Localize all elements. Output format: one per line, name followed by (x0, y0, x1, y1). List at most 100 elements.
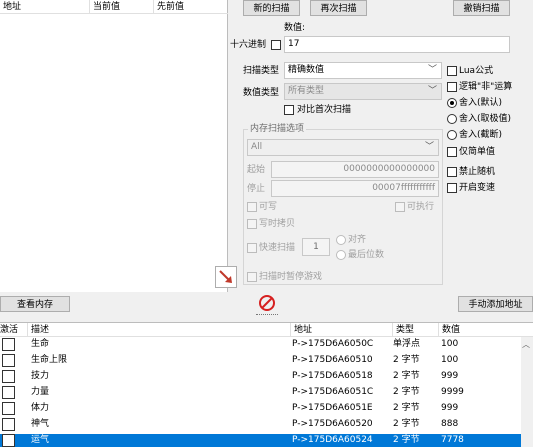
writable-label: 可写 (259, 202, 278, 212)
row-value: 100 (441, 355, 459, 365)
row-value: 7778 (441, 435, 464, 445)
row-address: P->175D6A6051C (292, 387, 374, 397)
found-list-header: 地址 当前值 先前值 (0, 0, 228, 14)
no-random-label: 禁止随机 (459, 167, 496, 177)
hex-label: 十六进制 (230, 40, 267, 50)
table-row[interactable]: 技力 P->175D6A60518 2 字节 999 (0, 370, 521, 383)
next-scan-button[interactable]: 再次扫描 (310, 0, 367, 16)
last-digits-radio[interactable] (336, 250, 346, 260)
row-address: P->175D6A6050C (292, 339, 374, 349)
executable-checkbox[interactable] (395, 202, 405, 212)
add-to-list-arrow-icon[interactable] (215, 266, 237, 288)
fast-scan-input[interactable]: 1 (302, 238, 330, 256)
row-value: 999 (441, 371, 459, 381)
memory-region-value: All (251, 142, 263, 152)
stop-address-input[interactable]: 00007fffffffffff (271, 180, 439, 197)
cheat-table[interactable]: 激活 描述 地址 类型 数值 生命 P->175D6A6050C 单浮点 100 生命上… (0, 322, 533, 447)
row-address: P->175D6A60520 (292, 419, 373, 429)
pause-game-checkbox[interactable] (247, 272, 257, 282)
active-checkbox[interactable] (2, 434, 15, 447)
cheat-table-header: 激活 描述 地址 类型 数值 (0, 323, 533, 337)
table-row[interactable]: 神气 P->175D6A60520 2 字节 888 (0, 418, 521, 431)
row-description: 生命 (31, 339, 50, 349)
active-checkbox[interactable] (2, 338, 15, 351)
scan-type-value: 精确数值 (288, 65, 325, 75)
active-checkbox[interactable] (2, 402, 15, 415)
simple-values-checkbox[interactable] (447, 147, 457, 157)
round-truncate-radio[interactable] (447, 130, 457, 140)
table-row[interactable]: 力量 P->175D6A6051C 2 字节 9999 (0, 386, 521, 399)
row-type: 单浮点 (393, 339, 421, 349)
compare-first-checkbox[interactable] (284, 105, 294, 115)
hex-checkbox[interactable] (271, 40, 281, 50)
fast-scan-label: 快速扫描 (259, 243, 296, 253)
no-random-checkbox[interactable] (447, 167, 457, 177)
column-current-value[interactable]: 当前值 (90, 0, 154, 14)
column-address[interactable]: 地址 (291, 323, 393, 337)
fast-scan-checkbox[interactable] (247, 243, 257, 253)
first-scan-button[interactable]: 新的扫描 (243, 0, 300, 16)
stop-label: 停止 (247, 184, 266, 194)
row-value: 100 (441, 339, 459, 349)
view-memory-button[interactable]: 查看内存 (0, 296, 70, 312)
row-type: 2 字节 (393, 371, 420, 381)
start-address-input[interactable]: 0000000000000000 (271, 161, 439, 178)
align-label: 对齐 (348, 235, 367, 245)
round-default-radio[interactable] (447, 98, 457, 108)
scan-type-select[interactable]: 精确数值 ﹀ (284, 62, 442, 79)
round-extreme-radio[interactable] (447, 114, 457, 124)
copy-on-write-checkbox[interactable] (247, 219, 257, 229)
row-type: 2 字节 (393, 419, 420, 429)
chevron-down-icon: ﹀ (427, 86, 437, 96)
row-type: 2 字节 (393, 355, 420, 365)
table-row[interactable]: 生命上限 P->175D6A60510 2 字节 100 (0, 354, 521, 367)
found-address-list[interactable]: 地址 当前值 先前值 (0, 0, 228, 292)
column-active[interactable]: 激活 (0, 323, 28, 337)
start-label: 起始 (247, 165, 266, 175)
round-default-label: 舍入(默认) (459, 98, 503, 108)
scan-value-input[interactable]: 17 (284, 36, 510, 53)
row-description: 生命上限 (31, 355, 68, 365)
stop-icon[interactable] (258, 294, 276, 312)
row-address: P->175D6A6051E (292, 403, 373, 413)
table-row[interactable]: 运气 P->175D6A60524 2 字节 7778 (0, 434, 521, 447)
active-checkbox[interactable] (2, 370, 15, 383)
row-description: 神气 (31, 419, 50, 429)
align-radio[interactable] (336, 235, 346, 245)
table-row[interactable]: 体力 P->175D6A6051E 2 字节 999 (0, 402, 521, 415)
row-description: 力量 (31, 387, 50, 397)
chevron-down-icon: ﹀ (427, 65, 437, 75)
column-previous-value[interactable]: 先前值 (154, 0, 228, 14)
row-value: 999 (441, 403, 459, 413)
table-row[interactable]: 生命 P->175D6A6050C 单浮点 100 (0, 338, 521, 351)
undo-scan-button[interactable]: 撤销扫描 (453, 0, 510, 16)
cheat-table-scrollbar[interactable]: ︿ (521, 337, 533, 447)
copy-on-write-label: 写时拷贝 (259, 219, 296, 229)
speedhack-checkbox[interactable] (447, 183, 457, 193)
chevron-down-icon: ﹀ (424, 142, 434, 152)
memory-options-title: 内存扫描选项 (248, 123, 307, 135)
scroll-up-icon[interactable]: ︿ (522, 339, 530, 350)
column-address[interactable]: 地址 (0, 0, 90, 14)
active-checkbox[interactable] (2, 386, 15, 399)
memory-region-select[interactable]: All ﹀ (247, 139, 439, 156)
active-checkbox[interactable] (2, 354, 15, 367)
value-type-select[interactable]: 所有类型 ﹀ (284, 83, 442, 100)
not-logic-checkbox[interactable] (447, 82, 457, 92)
column-type[interactable]: 类型 (393, 323, 439, 337)
lua-formula-checkbox[interactable] (447, 66, 457, 76)
active-checkbox[interactable] (2, 418, 15, 431)
row-description: 技力 (31, 371, 50, 381)
row-address: P->175D6A60510 (292, 355, 373, 365)
last-digits-label: 最后位数 (348, 250, 385, 260)
scan-type-label: 扫描类型 (243, 66, 280, 76)
column-description[interactable]: 描述 (28, 323, 291, 337)
writable-checkbox[interactable] (247, 202, 257, 212)
manual-add-address-button[interactable]: 手动添加地址 (458, 296, 533, 312)
value-type-value: 所有类型 (288, 86, 325, 96)
compare-first-label: 对比首次扫描 (297, 105, 352, 115)
column-value[interactable]: 数值 (439, 323, 521, 337)
simple-values-label: 仅简单值 (459, 147, 496, 157)
executable-label: 可执行 (407, 202, 435, 212)
row-type: 2 字节 (393, 387, 420, 397)
